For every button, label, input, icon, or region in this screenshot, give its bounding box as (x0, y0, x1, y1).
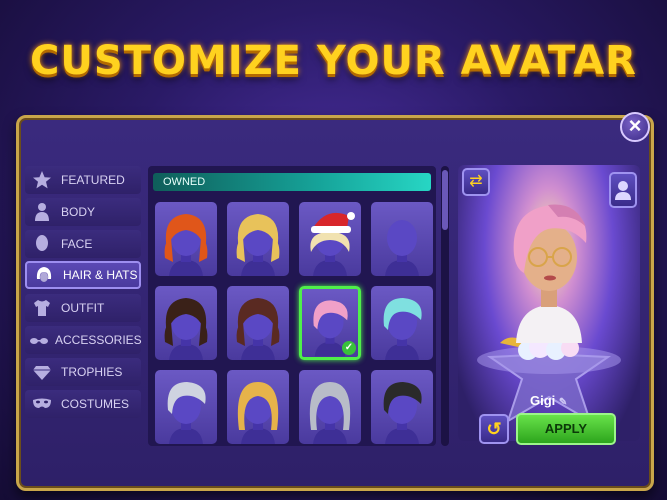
mannequin-head (385, 220, 419, 276)
hair-item-tile[interactable] (227, 370, 289, 444)
close-button[interactable]: × (620, 112, 650, 142)
mannequin-head (167, 382, 206, 444)
diamond-icon (29, 362, 55, 382)
avatar-name[interactable]: Gigi ✎ (530, 393, 567, 408)
category-label: HAIR & HATS (63, 268, 138, 282)
mannequin-head (310, 212, 355, 276)
apply-button[interactable]: APPLY (516, 413, 616, 445)
category-label: FACE (61, 237, 93, 251)
mannequin-head (236, 298, 280, 360)
mask-icon (29, 394, 55, 414)
hair-item-tile[interactable] (371, 370, 433, 444)
star-icon (29, 170, 55, 190)
shuffle-icon: ⇄ (469, 173, 483, 190)
category-hair-hats[interactable]: HAIR & HATS (25, 261, 141, 289)
category-label: OUTFIT (61, 301, 105, 315)
mannequin-head (237, 382, 279, 444)
avatar-profile-button[interactable] (609, 172, 637, 208)
category-label: COSTUMES (61, 397, 130, 411)
category-label: TROPHIES (61, 365, 123, 379)
hair-item-tile[interactable] (155, 202, 217, 276)
face-icon (29, 234, 55, 254)
hair-item-tile[interactable] (227, 286, 289, 360)
category-trophies[interactable]: TROPHIES (25, 358, 141, 386)
profile-silhouette-icon (615, 181, 631, 200)
category-accessories[interactable]: ACCESSORIES (25, 326, 142, 354)
category-featured[interactable]: FEATURED (25, 166, 141, 194)
hair-icon (31, 265, 57, 285)
hair-item-tile[interactable] (155, 370, 217, 444)
undo-icon: ↺ (486, 419, 502, 439)
hair-item-tile[interactable] (227, 202, 289, 276)
avatar-customize-screen: CUSTOMIZE YOUR AVATAR × FEATURED BODY FA… (0, 0, 667, 500)
mannequin-head (164, 214, 208, 276)
category-face[interactable]: FACE (25, 230, 141, 258)
hair-item-tile[interactable] (299, 202, 361, 276)
edit-icon: ✎ (558, 397, 568, 408)
hair-item-tile[interactable]: ✓ (299, 286, 361, 360)
selected-check-icon: ✓ (342, 341, 356, 355)
category-label: FEATURED (61, 173, 125, 187)
shirt-icon (29, 298, 55, 318)
mannequin-head (383, 382, 422, 444)
mannequin-head (164, 298, 208, 360)
hair-item-tile[interactable] (299, 370, 361, 444)
mannequin-head (236, 214, 280, 276)
hair-item-tile[interactable] (155, 286, 217, 360)
mannequin-head (309, 382, 351, 444)
close-icon: × (628, 113, 642, 138)
owned-section-header: OWNED (153, 173, 431, 191)
category-outfit[interactable]: OUTFIT (25, 294, 141, 322)
scrollbar-thumb[interactable] (442, 170, 448, 230)
page-title: CUSTOMIZE YOUR AVATAR (30, 38, 637, 84)
category-label: ACCESSORIES (55, 333, 142, 347)
hair-item-tile[interactable] (371, 286, 433, 360)
hair-item-tile[interactable] (371, 202, 433, 276)
mannequin-head (383, 298, 422, 360)
category-body[interactable]: BODY (25, 198, 141, 226)
body-icon (29, 202, 55, 222)
category-label: BODY (61, 205, 96, 219)
category-costumes[interactable]: COSTUMES (25, 390, 141, 418)
glasses-icon (29, 330, 49, 350)
undo-button[interactable]: ↺ (479, 414, 509, 444)
randomize-button[interactable]: ⇄ (462, 168, 490, 196)
